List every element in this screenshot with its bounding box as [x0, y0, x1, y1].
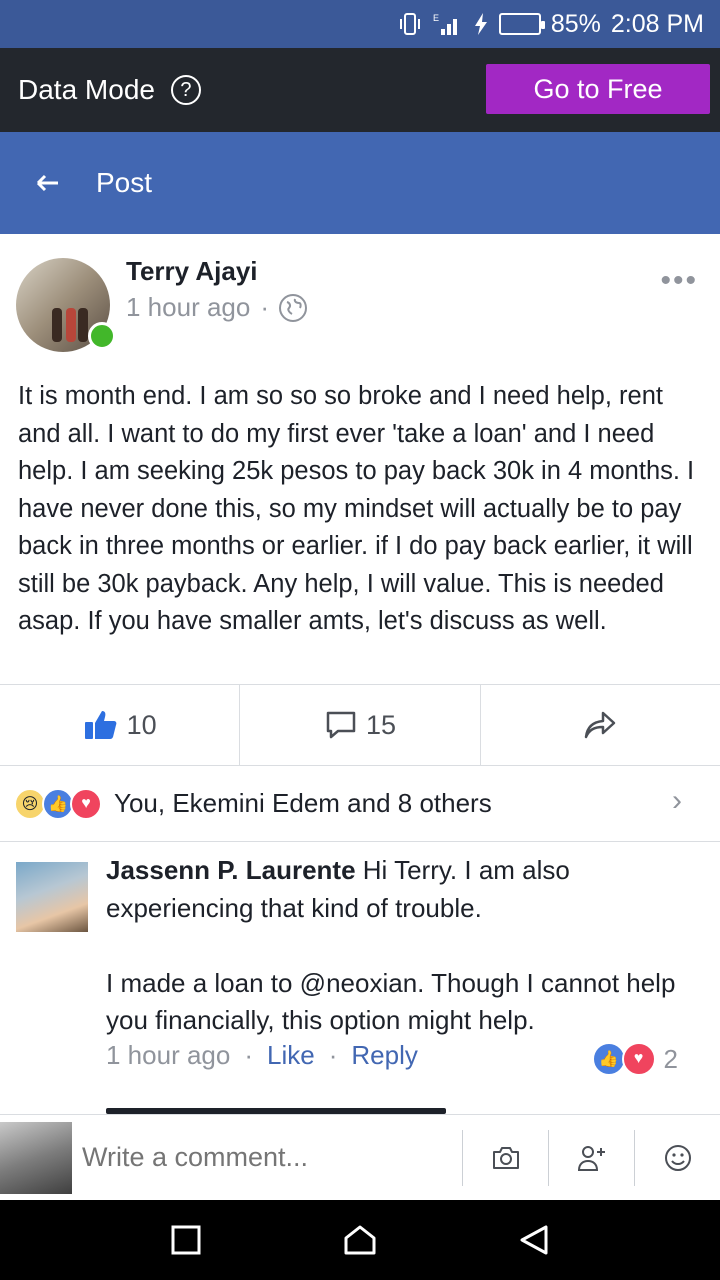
back-icon[interactable] — [518, 1224, 550, 1256]
data-mode-label: Data Mode — [18, 74, 155, 105]
recent-apps-icon[interactable] — [170, 1224, 202, 1256]
post-body: It is month end. I am so so so broke and… — [18, 382, 695, 635]
page-title: Post — [96, 167, 153, 198]
comment-input[interactable] — [82, 1142, 462, 1173]
like-count: 10 — [126, 709, 157, 740]
comment-meta-separator: · — [328, 1040, 338, 1070]
comment: Jassenn P. Laurente Hi Terry. I am also … — [0, 842, 720, 1114]
charging-icon — [473, 12, 489, 36]
app-header: Post — [0, 132, 720, 234]
comment-like-link[interactable]: Like — [267, 1040, 315, 1071]
love-reaction-icon: ♥ — [70, 787, 102, 820]
post-meta: 1 hour ago · — [126, 292, 307, 323]
status-bar: E 85% 2:08 PM — [0, 0, 720, 48]
comment-composer — [0, 1114, 720, 1200]
comment-time: 1 hour ago — [106, 1040, 231, 1070]
love-reaction-icon: ♥ — [621, 1042, 656, 1076]
chevron-right-icon: › — [672, 784, 682, 817]
vibrate-icon — [397, 11, 423, 37]
my-avatar — [0, 1121, 72, 1194]
share-button[interactable] — [479, 685, 720, 765]
reactions-text: You, Ekemini Edem and 8 others — [114, 788, 492, 818]
online-indicator — [88, 322, 116, 350]
like-reaction-icon: 👍 — [591, 1042, 626, 1076]
tag-friend-button[interactable] — [548, 1129, 634, 1186]
reactions-summary[interactable]: 😢 👍 ♥ You, Ekemini Edem and 8 others › — [0, 766, 720, 842]
comment-button[interactable]: 15 — [239, 685, 479, 765]
comment-meta-separator: · — [244, 1040, 253, 1070]
share-icon — [585, 711, 616, 739]
home-icon[interactable] — [343, 1224, 377, 1256]
smiley-icon — [664, 1144, 691, 1171]
next-comment-peek — [106, 1104, 446, 1114]
thumbs-up-icon — [84, 711, 117, 739]
more-options-icon[interactable]: ••• — [660, 264, 698, 298]
camera-icon — [492, 1146, 519, 1169]
comment-count: 15 — [365, 709, 397, 740]
commenter-avatar[interactable] — [16, 862, 88, 932]
comment-meta: 1 hour ago · Like · Reply — [106, 1040, 418, 1071]
sticker-button[interactable] — [634, 1129, 720, 1186]
comment-body: Jassenn P. Laurente Hi Terry. I am also … — [106, 852, 706, 1040]
battery-icon — [498, 13, 545, 35]
go-to-free-button[interactable]: Go to Free — [486, 64, 710, 114]
camera-button[interactable] — [462, 1129, 548, 1186]
post-actions: 10 15 — [0, 684, 720, 766]
signal-icon: E — [433, 11, 463, 37]
globe-icon — [279, 293, 307, 322]
commenter-name[interactable]: Jassenn P. Laurente — [106, 855, 356, 885]
meta-separator: · — [260, 292, 269, 322]
comment-reaction-count: 2 — [663, 1043, 678, 1074]
post-author[interactable]: Terry Ajayi — [126, 256, 258, 287]
like-button[interactable]: 10 — [0, 685, 239, 765]
comment-icon — [326, 711, 356, 739]
svg-text:E: E — [433, 13, 439, 23]
add-person-icon — [577, 1145, 605, 1171]
comment-text-part2: I made a loan to @neoxian. Though I cann… — [106, 967, 676, 1036]
android-nav-bar — [0, 1200, 720, 1280]
battery-percent: 85% — [550, 9, 601, 38]
data-mode-bar: Data Mode ? Go to Free — [0, 48, 720, 132]
clock: 2:08 PM — [610, 9, 704, 38]
back-arrow-icon[interactable] — [0, 173, 96, 193]
help-icon[interactable]: ? — [170, 75, 201, 105]
post-time[interactable]: 1 hour ago — [126, 292, 250, 323]
comment-reactions[interactable]: 👍 ♥ 2 — [591, 1042, 678, 1076]
comment-reply-link[interactable]: Reply — [351, 1040, 417, 1071]
